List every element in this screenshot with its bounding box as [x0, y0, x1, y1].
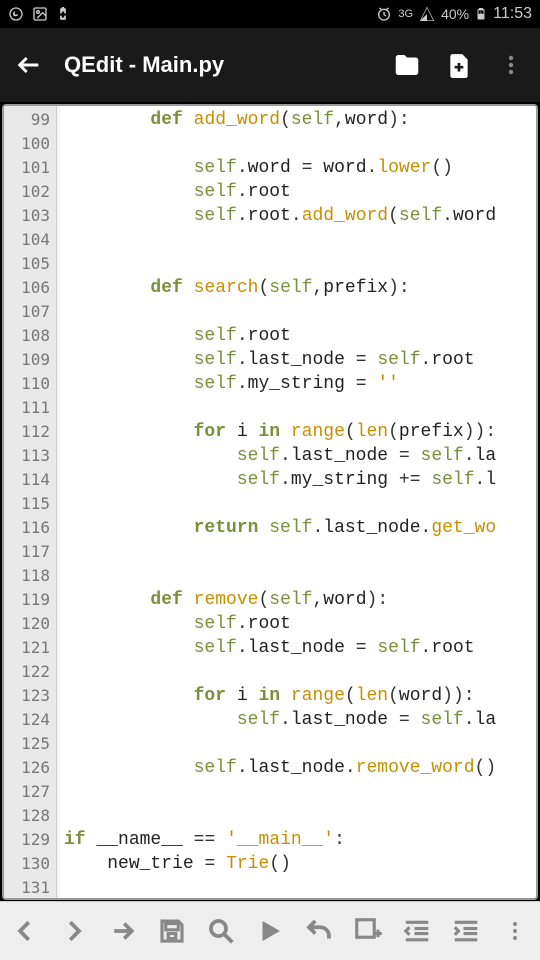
clock: 11:53: [493, 5, 532, 23]
new-file-button[interactable]: [442, 48, 476, 82]
goto-button[interactable]: [103, 911, 143, 951]
next-button[interactable]: [54, 911, 94, 951]
battery-percent: 40%: [441, 6, 469, 22]
status-bar: 3G 40% 11:53: [0, 0, 540, 28]
bottom-toolbar: [0, 901, 540, 960]
prev-button[interactable]: [5, 911, 45, 951]
network-type: 3G: [398, 8, 413, 20]
signal-icon: [419, 6, 435, 22]
code-area[interactable]: def add_word(self,word): self.word = wor…: [60, 106, 536, 898]
outdent-button[interactable]: [397, 911, 437, 951]
save-button[interactable]: [152, 911, 192, 951]
search-button[interactable]: [201, 911, 241, 951]
more-button[interactable]: [495, 911, 535, 951]
undo-button[interactable]: [299, 911, 339, 951]
app-title: QEdit - Main.py: [64, 52, 372, 78]
battery-saver-icon: [56, 6, 70, 22]
indent-button[interactable]: [446, 911, 486, 951]
add-section-button[interactable]: [348, 911, 388, 951]
image-icon: [32, 6, 48, 22]
overflow-menu-button[interactable]: [494, 48, 528, 82]
app-bar: QEdit - Main.py: [0, 28, 540, 102]
whatsapp-icon: [8, 6, 24, 22]
back-button[interactable]: [12, 48, 46, 82]
code-editor[interactable]: 9910010110210310410510610710810911011111…: [2, 104, 538, 900]
alarm-icon: [376, 6, 392, 22]
line-number-gutter: 9910010110210310410510610710810911011111…: [4, 106, 57, 898]
battery-icon: [475, 6, 487, 22]
run-button[interactable]: [250, 911, 290, 951]
open-folder-button[interactable]: [390, 48, 424, 82]
